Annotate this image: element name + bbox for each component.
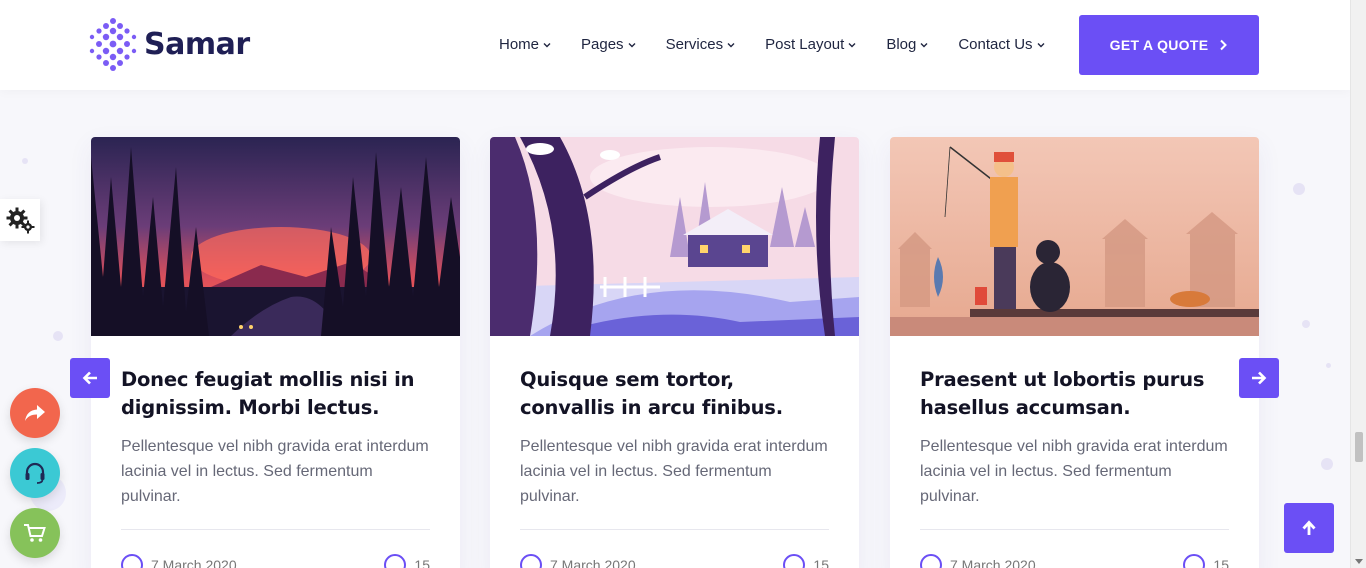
post-meta: 7 March 2020 15	[121, 554, 430, 568]
get-a-quote-button[interactable]: GET A QUOTE	[1079, 15, 1259, 75]
decor-dot	[1302, 320, 1310, 328]
logo[interactable]: Samar	[88, 17, 250, 71]
nav-label: Pages	[581, 36, 624, 53]
share-button[interactable]	[10, 388, 60, 438]
carousel-next-button[interactable]	[1239, 358, 1279, 398]
nav-label: Blog	[886, 36, 917, 53]
decor-dot	[1326, 363, 1331, 368]
divider	[121, 529, 430, 530]
post-excerpt: Pellentesque vel nibh gravida erat inter…	[920, 438, 1228, 505]
carousel-prev-button[interactable]	[70, 358, 110, 398]
decor-dot	[1293, 183, 1305, 195]
main-nav: Home Pages Services Post Layout Blog Con…	[499, 36, 1075, 53]
cart-button[interactable]	[10, 508, 60, 558]
chevron-down-icon	[848, 42, 856, 47]
support-button[interactable]	[10, 448, 60, 498]
chevron-down-icon	[1037, 42, 1045, 47]
scroll-down-arrow-icon[interactable]	[1355, 559, 1363, 564]
nav-label: Post Layout	[765, 36, 845, 53]
post-image-winter-cabin[interactable]	[490, 137, 859, 336]
post-date: 7 March 2020	[920, 554, 1036, 568]
chevron-right-icon	[1220, 39, 1228, 51]
blog-card[interactable]: Donec feugiat mollis nisi in dignissim. …	[91, 137, 460, 568]
back-to-top-button[interactable]	[1284, 503, 1334, 553]
cart-icon	[24, 524, 46, 542]
post-comments[interactable]: 15	[1183, 554, 1229, 568]
decor-dot	[1321, 458, 1333, 470]
date-text: 7 March 2020	[550, 557, 636, 568]
chevron-down-icon	[543, 42, 551, 47]
nav-item-services[interactable]: Services	[666, 36, 736, 53]
post-image-forest-sunset[interactable]	[91, 137, 460, 336]
nav-item-pages[interactable]: Pages	[581, 36, 636, 53]
nav-item-blog[interactable]: Blog	[886, 36, 928, 53]
chevron-down-icon	[920, 42, 928, 47]
settings-toggle[interactable]	[0, 199, 40, 241]
share-icon	[25, 405, 45, 421]
page-scrollbar[interactable]	[1350, 0, 1366, 568]
post-title[interactable]: Quisque sem tortor, convallis in arcu fi…	[520, 366, 829, 422]
arrow-right-icon	[1252, 371, 1267, 385]
post-comments[interactable]: 15	[384, 554, 430, 568]
blog-card[interactable]: Quisque sem tortor, convallis in arcu fi…	[490, 137, 859, 568]
clock-icon	[920, 554, 942, 568]
chevron-down-icon	[727, 42, 735, 47]
decor-dot	[53, 331, 63, 341]
nav-item-post-layout[interactable]: Post Layout	[765, 36, 856, 53]
divider	[520, 529, 829, 530]
nav-item-contact-us[interactable]: Contact Us	[958, 36, 1045, 53]
gears-icon	[6, 207, 35, 234]
blog-card[interactable]: Praesent ut lobortis purus hasellus accu…	[890, 137, 1259, 568]
quote-label: GET A QUOTE	[1109, 37, 1209, 53]
nav-label: Home	[499, 36, 540, 53]
post-date: 7 March 2020	[121, 554, 237, 568]
comment-icon	[384, 554, 407, 568]
site-header: Samar Home Pages Services Post Layout Bl…	[0, 0, 1350, 90]
nav-label: Contact Us	[958, 36, 1033, 53]
post-image-fisherman-dog[interactable]	[890, 137, 1259, 336]
headset-icon	[25, 462, 45, 484]
nav-label: Services	[665, 36, 724, 53]
date-text: 7 March 2020	[950, 557, 1036, 568]
post-excerpt: Pellentesque vel nibh gravida erat inter…	[121, 438, 429, 505]
scrollbar-thumb[interactable]	[1355, 432, 1363, 462]
comments-count: 15	[414, 557, 430, 568]
post-title[interactable]: Donec feugiat mollis nisi in dignissim. …	[121, 366, 430, 422]
post-comments[interactable]: 15	[783, 554, 829, 568]
nav-item-home[interactable]: Home	[499, 36, 551, 53]
comment-icon	[1183, 554, 1206, 568]
comment-icon	[783, 554, 806, 568]
clock-icon	[121, 554, 143, 568]
comments-count: 15	[813, 557, 829, 568]
arrow-up-icon	[1302, 520, 1316, 535]
arrow-left-icon	[82, 371, 97, 385]
date-text: 7 March 2020	[151, 557, 237, 568]
decor-dot	[22, 158, 28, 164]
brand-name: Samar	[144, 26, 250, 62]
chevron-down-icon	[628, 42, 636, 47]
post-excerpt: Pellentesque vel nibh gravida erat inter…	[520, 438, 828, 505]
divider	[920, 529, 1229, 530]
post-meta: 7 March 2020 15	[520, 554, 829, 568]
clock-icon	[520, 554, 542, 568]
post-title[interactable]: Praesent ut lobortis purus hasellus accu…	[920, 366, 1229, 422]
post-date: 7 March 2020	[520, 554, 636, 568]
logo-mark-icon	[89, 18, 137, 71]
comments-count: 15	[1213, 557, 1229, 568]
post-meta: 7 March 2020 15	[920, 554, 1229, 568]
